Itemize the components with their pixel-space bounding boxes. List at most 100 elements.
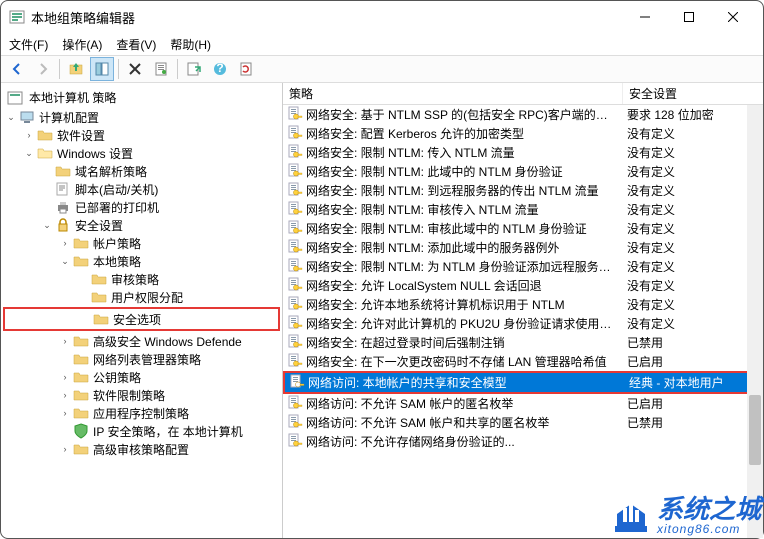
policy-item-icon xyxy=(287,352,303,371)
policy-name: 网络安全: 限制 NTLM: 审核此域中的 NTLM 身份验证 xyxy=(306,220,587,237)
policy-setting: 没有定义 xyxy=(623,315,763,332)
tree-dns-policy[interactable]: 域名解析策略 xyxy=(3,162,280,180)
tree-network-list[interactable]: 网络列表管理器策略 xyxy=(3,350,280,368)
refresh-button[interactable] xyxy=(234,57,258,81)
printer-icon xyxy=(55,199,71,215)
list-panel[interactable]: 策略 安全设置 网络安全: 基于 NTLM SSP 的(包括安全 RPC)客户端… xyxy=(283,83,763,538)
tree-win-defender[interactable]: ›高级安全 Windows Defende xyxy=(3,332,280,350)
policy-setting: 没有定义 xyxy=(623,258,763,275)
expand-icon[interactable]: › xyxy=(59,234,71,252)
policy-row[interactable]: 网络安全: 在下一次更改密码时不存储 LAN 管理器哈希值已启用 xyxy=(283,352,763,371)
policy-item-icon xyxy=(287,333,303,352)
column-policy[interactable]: 策略 xyxy=(283,83,623,104)
policy-item-icon xyxy=(287,162,303,181)
policy-name: 网络安全: 限制 NTLM: 审核传入 NTLM 流量 xyxy=(306,201,539,218)
collapse-icon[interactable]: ⌄ xyxy=(41,216,53,234)
show-tree-button[interactable] xyxy=(90,57,114,81)
minimize-button[interactable] xyxy=(623,3,667,31)
policy-item-icon xyxy=(287,394,303,413)
policy-setting: 没有定义 xyxy=(623,239,763,256)
policy-name: 网络安全: 允许 LocalSystem NULL 会话回退 xyxy=(306,277,542,294)
policy-row[interactable]: 网络安全: 配置 Kerberos 允许的加密类型没有定义 xyxy=(283,124,763,143)
tree-root-label: 本地计算机 策略 xyxy=(27,89,118,106)
script-icon xyxy=(55,181,71,197)
policy-row[interactable]: 网络安全: 限制 NTLM: 审核传入 NTLM 流量没有定义 xyxy=(283,200,763,219)
menu-action[interactable]: 操作(A) xyxy=(62,36,102,53)
policy-row[interactable]: 网络安全: 限制 NTLM: 到远程服务器的传出 NTLM 流量没有定义 xyxy=(283,181,763,200)
policy-item-icon xyxy=(287,276,303,295)
tree-software-restriction[interactable]: ›软件限制策略 xyxy=(3,386,280,404)
policy-row[interactable]: 网络安全: 限制 NTLM: 审核此域中的 NTLM 身份验证 没有定义 xyxy=(283,219,763,238)
tree-software-settings[interactable]: › 软件设置 xyxy=(3,126,280,144)
forward-button[interactable] xyxy=(31,57,55,81)
policy-root-icon xyxy=(7,90,23,106)
delete-button[interactable] xyxy=(123,57,147,81)
scroll-thumb[interactable] xyxy=(749,395,761,465)
expand-icon[interactable]: › xyxy=(23,126,35,144)
folder-icon xyxy=(73,351,89,367)
tree-deployed-printers[interactable]: 已部署的打印机 xyxy=(3,198,280,216)
expand-icon[interactable]: › xyxy=(59,386,71,404)
maximize-button[interactable] xyxy=(667,3,711,31)
collapse-icon[interactable]: ⌄ xyxy=(23,144,35,162)
back-button[interactable] xyxy=(5,57,29,81)
toolbar: ? xyxy=(1,55,763,83)
menu-help[interactable]: 帮助(H) xyxy=(170,36,211,53)
policy-setting: 已启用 xyxy=(623,353,763,370)
tree-account-policies[interactable]: ›帐户策略 xyxy=(3,234,280,252)
tree-scripts[interactable]: 脚本(启动/关机) xyxy=(3,180,280,198)
menu-file[interactable]: 文件(F) xyxy=(9,36,48,53)
policy-row[interactable]: 网络安全: 限制 NTLM: 添加此域中的服务器例外没有定义 xyxy=(283,238,763,257)
policy-name: 网络安全: 在下一次更改密码时不存储 LAN 管理器哈希值 xyxy=(306,353,607,370)
policy-row[interactable]: 网络安全: 允许本地系统将计算机标识用于 NTLM没有定义 xyxy=(283,295,763,314)
toolbar-separator xyxy=(177,59,178,79)
policy-row[interactable]: 网络安全: 允许 LocalSystem NULL 会话回退没有定义 xyxy=(283,276,763,295)
folder-icon xyxy=(91,271,107,287)
column-setting[interactable]: 安全设置 xyxy=(623,83,763,104)
policy-setting: 没有定义 xyxy=(623,220,763,237)
policy-row[interactable]: 网络访问: 不允许 SAM 帐户和共享的匿名枚举已禁用 xyxy=(283,413,763,432)
policy-row[interactable]: 网络安全: 基于 NTLM SSP 的(包括安全 RPC)客户端的最小...要求… xyxy=(283,105,763,124)
policy-row[interactable]: 网络访问: 不允许存储网络身份验证的... xyxy=(283,432,763,451)
tree-public-key[interactable]: ›公钥策略 xyxy=(3,368,280,386)
tree-user-rights[interactable]: 用户权限分配 xyxy=(3,288,280,306)
policy-row[interactable]: 网络访问: 本地帐户的共享和安全模型经典 - 对本地用户 xyxy=(285,373,761,392)
policy-row[interactable]: 网络安全: 在超过登录时间后强制注销已禁用 xyxy=(283,333,763,352)
help-button[interactable]: ? xyxy=(208,57,232,81)
tree-windows-settings[interactable]: ⌄ Windows 设置 xyxy=(3,144,280,162)
up-button[interactable] xyxy=(64,57,88,81)
collapse-icon[interactable]: ⌄ xyxy=(5,108,17,126)
menu-view[interactable]: 查看(V) xyxy=(116,36,156,53)
policy-item-icon xyxy=(287,413,303,432)
expand-icon[interactable]: › xyxy=(59,368,71,386)
folder-icon xyxy=(73,441,89,457)
tree-local-policies[interactable]: ⌄本地策略 xyxy=(3,252,280,270)
tree-audit-policy[interactable]: 审核策略 xyxy=(3,270,280,288)
policy-row[interactable]: 网络安全: 限制 NTLM: 传入 NTLM 流量没有定义 xyxy=(283,143,763,162)
properties-button[interactable] xyxy=(149,57,173,81)
policy-row[interactable]: 网络安全: 允许对此计算机的 PKU2U 身份验证请求使用联...没有定义 xyxy=(283,314,763,333)
computer-icon xyxy=(19,109,35,125)
policy-row[interactable]: 网络安全: 限制 NTLM: 为 NTLM 身份验证添加远程服务器...没有定义 xyxy=(283,257,763,276)
tree-ip-security[interactable]: IP 安全策略，在 本地计算机 xyxy=(3,422,280,440)
policy-row[interactable]: 网络安全: 限制 NTLM: 此域中的 NTLM 身份验证没有定义 xyxy=(283,162,763,181)
close-button[interactable] xyxy=(711,3,755,31)
tree-security-options[interactable]: 安全选项 xyxy=(5,310,278,328)
tree-computer-config[interactable]: ⌄ 计算机配置 xyxy=(3,108,280,126)
folder-icon xyxy=(73,235,89,251)
export-button[interactable] xyxy=(182,57,206,81)
tree-root[interactable]: 本地计算机 策略 xyxy=(3,87,280,108)
tree-security-settings[interactable]: ⌄安全设置 xyxy=(3,216,280,234)
tree-advanced-audit[interactable]: ›高级审核策略配置 xyxy=(3,440,280,458)
tree-app-control[interactable]: ›应用程序控制策略 xyxy=(3,404,280,422)
collapse-icon[interactable]: ⌄ xyxy=(59,252,71,270)
tree-highlight: 安全选项 xyxy=(3,307,280,331)
tree-panel[interactable]: 本地计算机 策略 ⌄ 计算机配置 › 软件设置 ⌄ Windows 设置 xyxy=(1,83,283,538)
row-highlight: 网络访问: 本地帐户的共享和安全模型经典 - 对本地用户 xyxy=(283,371,763,394)
policy-row[interactable]: 网络访问: 不允许 SAM 帐户的匿名枚举已启用 xyxy=(283,394,763,413)
expand-icon[interactable]: › xyxy=(59,332,71,350)
folder-icon xyxy=(55,163,71,179)
vertical-scrollbar[interactable] xyxy=(747,105,763,538)
expand-icon[interactable]: › xyxy=(59,404,71,422)
expand-icon[interactable]: › xyxy=(59,440,71,458)
